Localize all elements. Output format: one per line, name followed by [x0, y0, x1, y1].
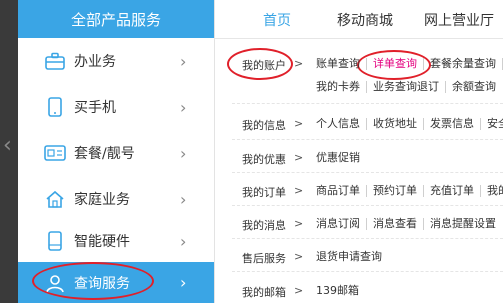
tab-mobile-mall[interactable]: 移动商城 — [337, 10, 393, 30]
category-my-offers[interactable]: 我的优惠 — [242, 151, 286, 167]
chevron-right-icon: › — [180, 97, 187, 117]
device-icon — [44, 230, 66, 252]
home-icon — [44, 188, 66, 210]
link-group: 账单查询详单查询套餐余量查询积 — [316, 57, 503, 70]
sim-card-icon — [44, 142, 66, 164]
link-my-truncated[interactable]: 我的 — [481, 185, 503, 197]
briefcase-icon — [44, 50, 66, 72]
link-message-subscribe[interactable]: 消息订阅 — [316, 218, 367, 230]
sidebar-item-label: 查询服务 — [74, 275, 130, 292]
tab-home[interactable]: 首页 — [263, 10, 291, 30]
sidebar-item-label: 家庭业务 — [74, 192, 130, 208]
product-sidebar: 全部产品服务 办业务 › 买手机 › 套餐/靓号 › 家庭业务 › 智能硬件 › — [18, 0, 215, 303]
sidebar-item-plans-numbers[interactable]: 套餐/靓号 › — [18, 130, 214, 176]
user-icon — [44, 272, 66, 294]
sidebar-header: 全部产品服务 — [18, 0, 214, 38]
link-detail-bill-query[interactable]: 详单查询 — [367, 58, 424, 70]
category-my-mailbox[interactable]: 我的邮箱 — [242, 284, 286, 300]
sidebar-item-label: 套餐/靓号 — [74, 146, 135, 162]
link-balance-query[interactable]: 余额查询 — [446, 81, 502, 93]
link-security-truncated[interactable]: 安全 — [481, 118, 503, 130]
link-recharge-orders[interactable]: 充值订单 — [424, 185, 481, 197]
scroll-left-chevron-icon[interactable]: ‹ — [3, 135, 12, 157]
chevron-right-icon: > — [294, 250, 304, 263]
sidebar-item-buy-phone[interactable]: 买手机 › — [18, 84, 214, 130]
top-navigation: 首页 移动商城 网上营业厅 — [215, 0, 503, 39]
divider — [232, 103, 503, 104]
divider — [232, 238, 503, 239]
divider — [232, 172, 503, 173]
chevron-right-icon: > — [294, 57, 304, 70]
link-group: 商品订单预约订单充值订单我的 — [316, 184, 503, 197]
link-group: 退货申请查询 — [316, 250, 388, 263]
link-139-mailbox[interactable]: 139邮箱 — [316, 285, 365, 297]
link-group: 优惠促销 — [316, 151, 366, 164]
category-my-account[interactable]: 我的账户 — [242, 57, 286, 73]
category-my-messages[interactable]: 我的消息 — [242, 217, 286, 233]
left-scroll-strip: ‹ — [0, 0, 18, 303]
sidebar-item-smart-hardware[interactable]: 智能硬件 › — [18, 218, 214, 264]
chevron-right-icon: › — [180, 231, 187, 251]
chevron-right-icon: > — [294, 217, 304, 230]
link-bill-query[interactable]: 账单查询 — [316, 58, 367, 70]
link-group: 个人信息收货地址发票信息安全 — [316, 117, 503, 130]
divider — [232, 271, 503, 272]
chevron-right-icon: > — [294, 184, 304, 197]
chevron-right-icon: > — [294, 117, 304, 130]
tab-online-business-hall[interactable]: 网上营业厅 — [424, 10, 494, 30]
link-my-coupons[interactable]: 我的卡券 — [316, 81, 367, 93]
sidebar-item-business[interactable]: 办业务 › — [18, 38, 214, 84]
sidebar-item-label: 办业务 — [74, 54, 116, 70]
link-group: 我的卡券 业务查询退订 余额查询 — [316, 80, 502, 93]
link-shipping-address[interactable]: 收货地址 — [367, 118, 424, 130]
category-my-orders[interactable]: 我的订单 — [242, 184, 286, 200]
link-group: 139邮箱 — [316, 284, 365, 297]
divider — [232, 205, 503, 206]
sidebar-item-query-services[interactable]: 查询服务 › — [18, 262, 214, 303]
link-reservation-orders[interactable]: 预约订单 — [367, 185, 424, 197]
phone-icon — [44, 96, 66, 118]
chevron-right-icon: › — [180, 189, 187, 209]
sidebar-item-label: 买手机 — [74, 100, 116, 116]
link-group: 消息订阅 消息查看 消息提醒设置 — [316, 217, 502, 230]
link-service-query-unsubscribe[interactable]: 业务查询退订 — [367, 81, 446, 93]
link-invoice-info[interactable]: 发票信息 — [424, 118, 481, 130]
link-personal-info[interactable]: 个人信息 — [316, 118, 367, 130]
chevron-right-icon: > — [294, 284, 304, 297]
link-message-reminder-settings[interactable]: 消息提醒设置 — [424, 218, 502, 230]
category-after-sales[interactable]: 售后服务 — [242, 250, 286, 266]
link-product-orders[interactable]: 商品订单 — [316, 185, 367, 197]
category-my-info[interactable]: 我的信息 — [242, 117, 286, 133]
link-plan-balance-query[interactable]: 套餐余量查询 — [424, 58, 503, 70]
link-return-request-query[interactable]: 退货申请查询 — [316, 251, 388, 263]
sidebar-item-family[interactable]: 家庭业务 › — [18, 176, 214, 222]
divider — [232, 139, 503, 140]
chevron-right-icon: › — [180, 143, 187, 163]
chevron-right-icon: > — [294, 151, 304, 164]
link-message-view[interactable]: 消息查看 — [367, 218, 424, 230]
chevron-right-icon: › — [180, 273, 187, 292]
chevron-right-icon: › — [180, 51, 187, 71]
link-promotions[interactable]: 优惠促销 — [316, 152, 366, 164]
sidebar-item-label: 智能硬件 — [74, 234, 130, 250]
